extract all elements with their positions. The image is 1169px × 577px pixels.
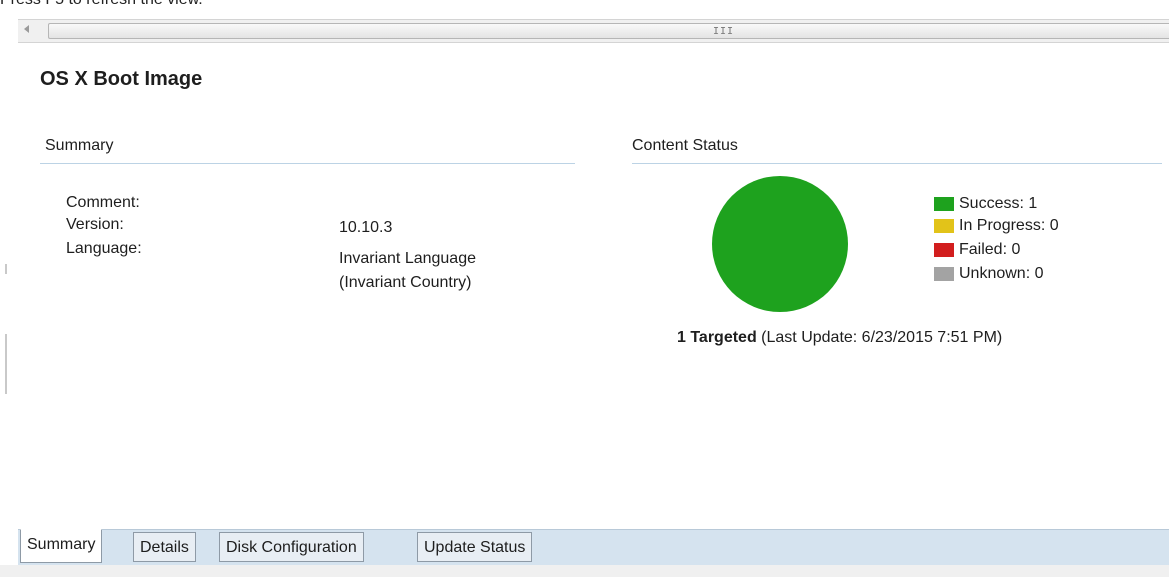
content-status-section-header: Content Status (632, 137, 738, 154)
tab-strip: Summary Details Disk Configuration Updat… (18, 529, 1169, 565)
version-label: Version: (66, 216, 124, 233)
tab-disk-configuration[interactable]: Disk Configuration (219, 532, 364, 562)
targeted-count: 1 Targeted (677, 329, 757, 346)
tab-details[interactable]: Details (133, 532, 196, 562)
status-bar (0, 565, 1169, 577)
horizontal-scrollbar[interactable]: III (18, 19, 1169, 43)
legend-label-failed: Failed: 0 (959, 241, 1021, 258)
scroll-left-arrow-icon[interactable] (24, 25, 29, 33)
refresh-hint: Press F5 to refresh the view. (0, 0, 203, 11)
splitter-mark (5, 334, 7, 394)
details-pane: Press F5 to refresh the view. III OS X B… (0, 0, 1169, 577)
language-label: Language: (66, 240, 142, 257)
legend-swatch-in-progress (934, 219, 954, 233)
legend-label-unknown: Unknown: 0 (959, 265, 1044, 282)
last-update-text: (Last Update: 6/23/2015 7:51 PM) (756, 329, 1003, 346)
pie-chart-svg (712, 176, 848, 312)
content-status-pie-chart (711, 175, 849, 313)
pie-slice-success (712, 176, 848, 312)
targeted-summary: 1 Targeted (Last Update: 6/23/2015 7:51 … (677, 329, 1002, 347)
legend-swatch-unknown (934, 267, 954, 281)
tab-update-status[interactable]: Update Status (417, 532, 533, 562)
scrollbar-thumb[interactable]: III (48, 23, 1169, 39)
legend-label-in-progress: In Progress: 0 (959, 217, 1059, 234)
content-status-divider (632, 163, 1162, 164)
comment-label: Comment: (66, 194, 140, 211)
legend-label-success: Success: 1 (959, 195, 1038, 212)
summary-divider (40, 163, 575, 164)
language-value: Invariant Language (339, 250, 476, 267)
legend-swatch-failed (934, 243, 954, 257)
splitter-mark (5, 264, 7, 274)
scrollbar-grip-icon: III (713, 26, 735, 37)
tab-summary[interactable]: Summary (20, 529, 103, 563)
version-value: 10.10.3 (339, 219, 393, 236)
legend-swatch-success (934, 197, 954, 211)
language-value-country: (Invariant Country) (339, 274, 472, 291)
summary-section-header: Summary (45, 137, 114, 154)
page-title: OS X Boot Image (40, 68, 203, 90)
left-splitter[interactable] (0, 14, 14, 534)
